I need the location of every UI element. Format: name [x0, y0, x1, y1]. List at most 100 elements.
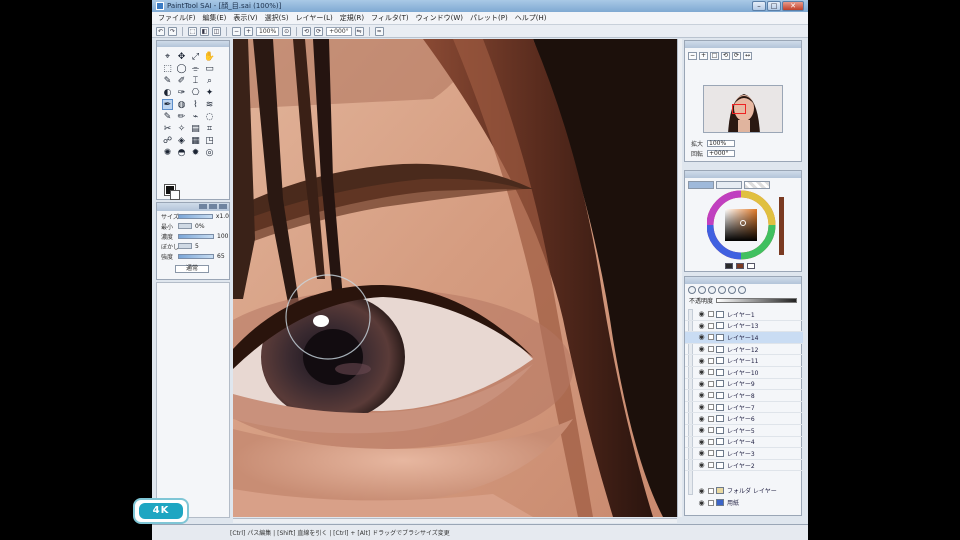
eye-icon[interactable]: ◉	[697, 499, 706, 507]
brush-tab[interactable]	[199, 204, 207, 209]
menu-item[interactable]: パレット(P)	[470, 13, 508, 23]
layer-row[interactable]: ◉ レイヤー12	[685, 344, 803, 356]
color-wheel-tab[interactable]	[688, 181, 714, 189]
layer-row[interactable]: ◉ レイヤー6	[685, 413, 803, 425]
tool-icon[interactable]: ☍	[162, 135, 173, 146]
rotate-right-icon[interactable]: ⟳	[314, 26, 324, 36]
tool-icon[interactable]: ✏	[176, 111, 187, 122]
tool-icon[interactable]: ✥	[176, 51, 187, 62]
layer-row[interactable]: ◉ レイヤー1	[685, 309, 803, 321]
eye-icon[interactable]: ◉	[697, 357, 706, 365]
eye-icon[interactable]: ◉	[697, 438, 706, 446]
minimize-button[interactable]: –	[752, 1, 766, 11]
tool-icon[interactable]: ⌶	[190, 75, 201, 86]
menu-item[interactable]: 表示(V)	[233, 13, 257, 23]
tool-icon[interactable]: ✒	[162, 99, 173, 110]
menu-item[interactable]: ウィンドウ(W)	[416, 13, 463, 23]
eye-icon[interactable]: ◉	[697, 391, 706, 399]
clear-layer-icon[interactable]	[728, 286, 736, 294]
eye-icon[interactable]: ◉	[697, 345, 706, 353]
tool-icon[interactable]: ✐	[176, 75, 187, 86]
navigator-button[interactable]: □	[710, 52, 719, 60]
reset-view-icon[interactable]: ⊙	[282, 26, 292, 36]
layer-row[interactable]: ◉ レイヤー8	[685, 390, 803, 402]
tool-icon[interactable]: ◎	[204, 147, 215, 158]
tool-icon[interactable]: ◳	[204, 135, 215, 146]
tool-icon[interactable]: ▦	[190, 135, 201, 146]
tool-icon[interactable]: ✎	[162, 111, 173, 122]
stabilizer-icon[interactable]: ≈	[374, 26, 384, 36]
menu-item[interactable]: 選択(S)	[265, 13, 289, 23]
eye-icon[interactable]: ◉	[697, 333, 706, 341]
eye-icon[interactable]: ◉	[697, 368, 706, 376]
menu-item[interactable]: フィルタ(T)	[371, 13, 409, 23]
eye-icon[interactable]: ◉	[697, 426, 706, 434]
undo-icon[interactable]: ↶	[156, 26, 165, 36]
flip-icon[interactable]: ⇋	[354, 26, 364, 36]
lock-icon[interactable]	[708, 450, 714, 457]
lock-icon[interactable]	[708, 322, 714, 329]
blend-mode-select[interactable]: 通常	[175, 265, 209, 273]
tool-icon[interactable]: ⌁	[190, 111, 201, 122]
eye-icon[interactable]: ◉	[697, 322, 706, 330]
navigator-button[interactable]: ⟳	[732, 52, 741, 60]
tool-icon[interactable]: ⌯	[190, 63, 201, 74]
option-slider[interactable]	[178, 233, 214, 239]
title-bar[interactable]: PaintTool SAI - [顔_目.sai (100%)] – □ ✕	[152, 0, 808, 12]
layer-folder-row[interactable]: ◉ フォルダ レイヤー	[685, 485, 803, 496]
redo-icon[interactable]: ↷	[168, 26, 177, 36]
tool-icon[interactable]: ⎔	[190, 87, 201, 98]
tool-icon[interactable]: ✂	[162, 123, 173, 134]
eye-icon[interactable]: ◉	[697, 449, 706, 457]
tool-icon[interactable]: ✺	[162, 147, 173, 158]
opacity-slider[interactable]	[716, 298, 797, 303]
lock-icon[interactable]	[708, 392, 714, 399]
canvas-vertical-scrollbar[interactable]	[677, 39, 682, 517]
lock-icon[interactable]	[708, 369, 714, 376]
navigator-view-frame[interactable]	[732, 104, 746, 114]
lock-icon[interactable]	[708, 438, 714, 445]
brush-tab[interactable]	[209, 204, 217, 209]
layer-row[interactable]: ◉ レイヤー4	[685, 437, 803, 449]
color-swatch[interactable]	[736, 263, 744, 269]
tool-icon[interactable]: ⌕	[204, 75, 215, 86]
layer-row[interactable]: ◉ レイヤー2	[685, 460, 803, 472]
tool-icon[interactable]: ✦	[204, 87, 215, 98]
lock-icon[interactable]	[708, 380, 714, 387]
deselect-icon[interactable]: ⬚	[188, 26, 197, 36]
delete-layer-icon[interactable]	[738, 286, 746, 294]
layer-row[interactable]: ◉ レイヤー7	[685, 402, 803, 414]
paper-layer-row[interactable]: ◉ 用紙	[685, 497, 803, 508]
layer-panel-header[interactable]	[685, 277, 801, 284]
layer-row[interactable]: ◉ レイヤー14	[685, 332, 803, 344]
eye-icon[interactable]: ◉	[697, 487, 706, 495]
zoom-out-icon[interactable]: −	[232, 26, 241, 36]
zoom-value-field[interactable]: 100%	[707, 140, 736, 147]
lock-icon[interactable]	[708, 415, 714, 422]
option-slider[interactable]	[178, 213, 213, 219]
tool-icon[interactable]: ◯	[176, 63, 187, 74]
tool-icon[interactable]: ⤢	[190, 51, 201, 62]
background-color-swatch[interactable]	[170, 190, 180, 200]
tool-icon[interactable]: ◐	[162, 87, 173, 98]
menu-item[interactable]: レイヤー(L)	[296, 13, 333, 23]
lock-icon[interactable]	[708, 404, 714, 411]
tool-icon[interactable]: ⌗	[204, 123, 215, 134]
layer-row[interactable]: ◉ レイヤー9	[685, 379, 803, 391]
merge-down-icon[interactable]	[718, 286, 726, 294]
lock-icon[interactable]	[708, 462, 714, 469]
lock-icon[interactable]	[708, 334, 714, 341]
rgb-slider-tab[interactable]	[716, 181, 742, 189]
menu-item[interactable]: 定規(R)	[340, 13, 364, 23]
eye-icon[interactable]: ◉	[697, 461, 706, 469]
rotate-select[interactable]: +000°	[326, 26, 352, 36]
tool-icon[interactable]: ≋	[204, 99, 215, 110]
navigator-button[interactable]: +	[699, 52, 708, 60]
lock-icon[interactable]	[708, 499, 714, 506]
transparent-color-tab[interactable]	[744, 181, 770, 189]
tool-options-header[interactable]	[157, 203, 229, 211]
navigator-button[interactable]: ↔	[743, 52, 752, 60]
tool-icon[interactable]: ✑	[176, 87, 187, 98]
brush-tab[interactable]	[219, 204, 227, 209]
tool-icon[interactable]: ◌	[204, 111, 215, 122]
